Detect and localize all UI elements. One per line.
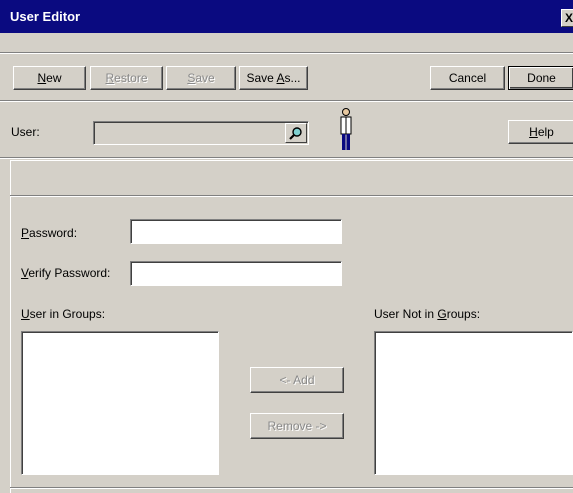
toolbar-bottom-divider bbox=[0, 100, 573, 102]
user-in-groups-label: User in Groups: bbox=[21, 307, 106, 321]
window-title: User Editor bbox=[10, 9, 81, 24]
add-button[interactable]: <- Add bbox=[250, 367, 344, 393]
person-icon bbox=[340, 108, 352, 150]
panel-header-divider bbox=[10, 195, 573, 197]
password-field[interactable] bbox=[130, 219, 342, 244]
password-label: Password: bbox=[21, 226, 78, 240]
done-button[interactable]: Done bbox=[508, 66, 573, 90]
cancel-button[interactable]: Cancel bbox=[430, 66, 505, 90]
restore-button[interactable]: Restore bbox=[90, 66, 163, 90]
user-not-in-groups-label: User Not in Groups: bbox=[374, 307, 481, 321]
title-gap bbox=[0, 33, 573, 52]
toolbar-top-divider bbox=[0, 52, 573, 54]
panel-bottom-divider bbox=[10, 487, 573, 489]
remove-button[interactable]: Remove -> bbox=[250, 413, 344, 439]
user-label: User: bbox=[11, 125, 40, 139]
magnifier-icon bbox=[289, 127, 302, 140]
user-editor-window: User Editor X New Restore Save Save As..… bbox=[0, 0, 573, 493]
close-button[interactable]: X bbox=[561, 9, 573, 27]
save-button[interactable]: Save bbox=[166, 66, 236, 90]
save-as-button[interactable]: Save As... bbox=[239, 66, 308, 90]
user-field[interactable] bbox=[93, 121, 309, 145]
title-bar[interactable]: User Editor X bbox=[0, 0, 573, 33]
close-icon: X bbox=[564, 11, 573, 25]
verify-password-label: Verify Password: bbox=[21, 266, 111, 280]
new-button[interactable]: New bbox=[13, 66, 86, 90]
help-button[interactable]: Help bbox=[508, 120, 573, 144]
user-not-in-groups-list[interactable] bbox=[374, 331, 573, 475]
user-in-groups-list[interactable] bbox=[21, 331, 219, 475]
user-row-divider bbox=[0, 157, 573, 159]
verify-password-field[interactable] bbox=[130, 261, 342, 286]
user-search-button[interactable] bbox=[285, 123, 307, 143]
